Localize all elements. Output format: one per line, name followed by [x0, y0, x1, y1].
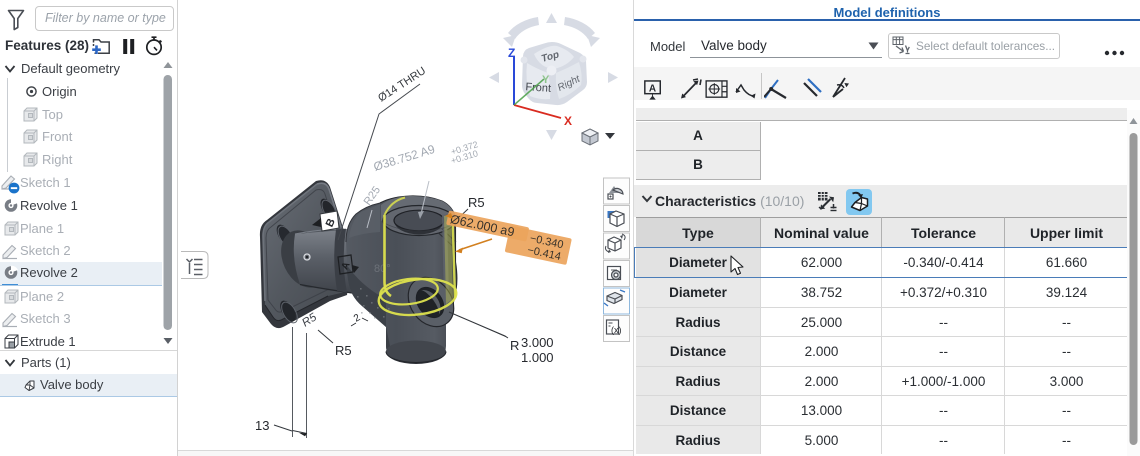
svg-text:R5: R5	[468, 195, 485, 210]
svg-text:Y: Y	[542, 74, 550, 86]
svg-text:2: 2	[352, 312, 363, 325]
svg-text:A: A	[649, 83, 656, 94]
svg-text:Ø62.000 a9: Ø62.000 a9	[449, 212, 516, 239]
svg-text:R: R	[510, 338, 519, 353]
svg-text:13: 13	[255, 418, 269, 433]
svg-text:R5: R5	[335, 343, 352, 358]
svg-text:80°: 80°	[374, 263, 391, 275]
svg-text:Z: Z	[508, 46, 515, 60]
svg-text:Ø14 THRU: Ø14 THRU	[376, 65, 428, 105]
svg-text:Ø38.752 A9: Ø38.752 A9	[372, 142, 437, 174]
svg-text:X: X	[564, 114, 572, 128]
svg-text:3.000: 3.000	[521, 335, 554, 350]
svg-text:(x): (x)	[611, 325, 622, 335]
svg-text:1.000: 1.000	[521, 350, 554, 365]
